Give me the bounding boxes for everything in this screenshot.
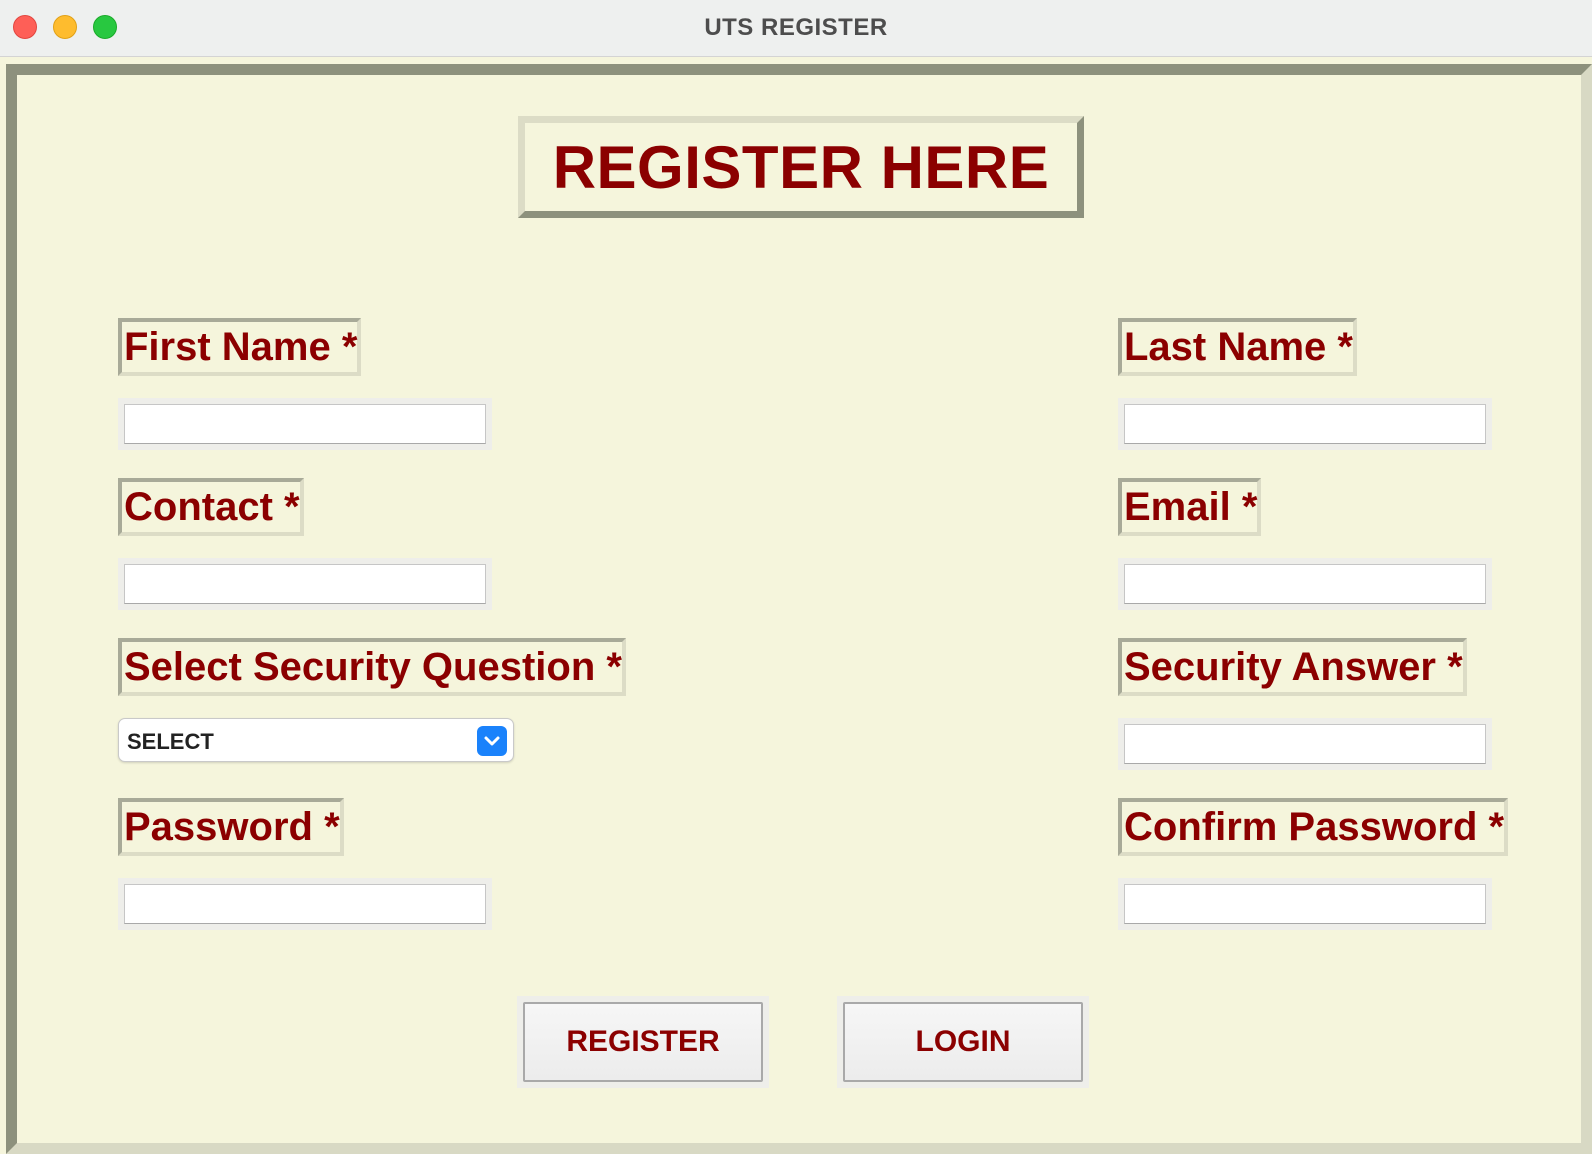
security-answer-label: Security Answer *: [1118, 638, 1467, 696]
security-question-selected-value: SELECT: [127, 729, 214, 754]
last-name-label: Last Name *: [1118, 318, 1357, 376]
login-button-frame: LOGIN: [837, 996, 1089, 1088]
email-field-frame: [1118, 558, 1492, 610]
chevron-down-icon[interactable]: [477, 726, 507, 756]
security-question-label: Select Security Question *: [118, 638, 626, 696]
login-button[interactable]: LOGIN: [843, 1002, 1083, 1082]
security-answer-input[interactable]: [1124, 724, 1486, 764]
security-question-select[interactable]: SELECT: [118, 718, 514, 762]
confirm-password-label: Confirm Password *: [1118, 798, 1509, 856]
last-name-input[interactable]: [1124, 404, 1486, 444]
confirm-password-input[interactable]: [1124, 884, 1486, 924]
contact-label: Contact *: [118, 478, 304, 536]
contact-input[interactable]: [124, 564, 486, 604]
first-name-input[interactable]: [124, 404, 486, 444]
first-name-label: First Name *: [118, 318, 362, 376]
register-button[interactable]: REGISTER: [523, 1002, 763, 1082]
window-titlebar: UTS REGISTER: [0, 0, 1592, 57]
email-input[interactable]: [1124, 564, 1486, 604]
email-label: Email *: [1118, 478, 1262, 536]
register-button-frame: REGISTER: [517, 996, 769, 1088]
last-name-field-frame: [1118, 398, 1492, 450]
password-input[interactable]: [124, 884, 486, 924]
confirm-password-field-frame: [1118, 878, 1492, 930]
password-label: Password *: [118, 798, 344, 856]
contact-field-frame: [118, 558, 492, 610]
window-title: UTS REGISTER: [704, 14, 888, 41]
page-title: REGISTER HERE: [518, 116, 1084, 218]
first-name-field-frame: [118, 398, 492, 450]
password-field-frame: [118, 878, 492, 930]
security-answer-field-frame: [1118, 718, 1492, 770]
